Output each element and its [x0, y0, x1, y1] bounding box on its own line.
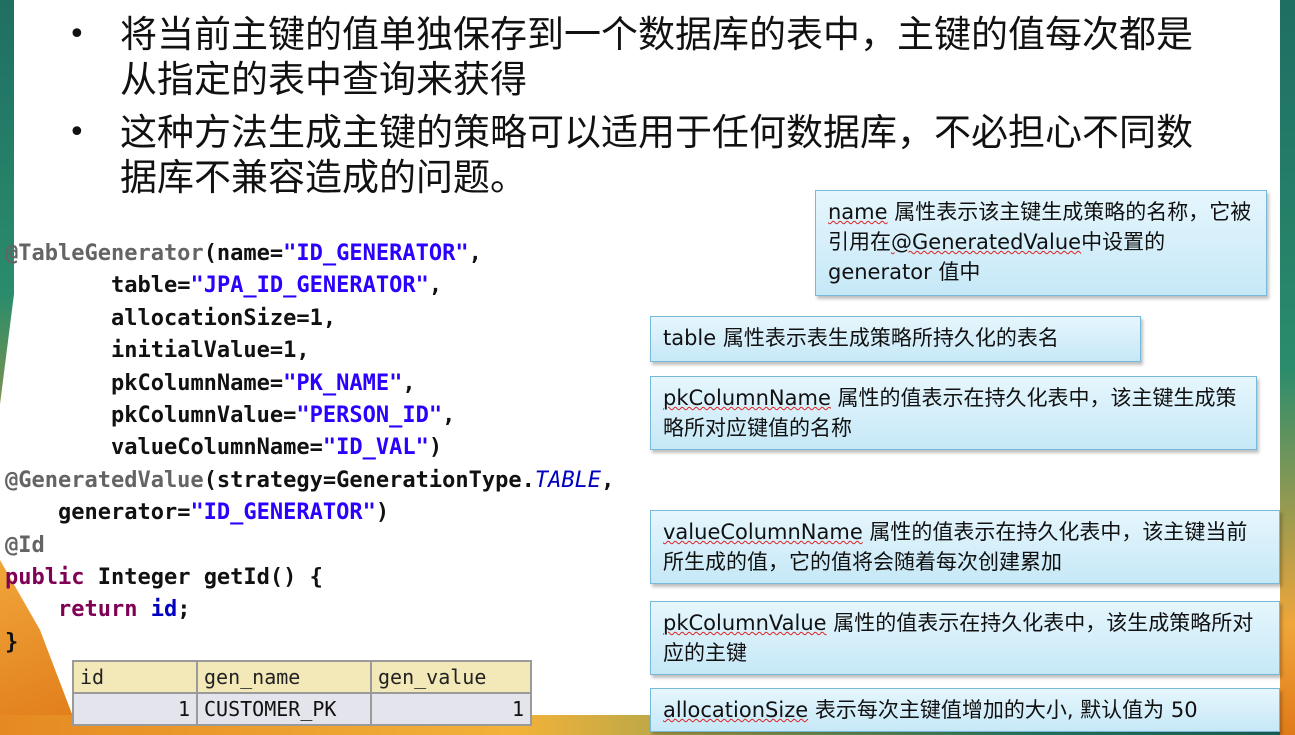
callout-text: 属性表示表生成策略所持久化的表名: [716, 326, 1059, 350]
callout-term: allocationSize: [663, 698, 809, 722]
callout-pk-column-name: pkColumnName 属性的值表示在持久化表中，该主键生成策略所对应键值的名…: [650, 376, 1257, 450]
bullet-item: • 将当前主键的值单独保存到一个数据库的表中，主键的值每次都是从指定的表中查询来…: [60, 12, 1220, 102]
code-string: "PK_NAME": [283, 370, 403, 396]
code-string: "ID_VAL": [322, 435, 429, 461]
code-text: (name=: [203, 241, 284, 266]
code-text: valueColumnName=: [110, 435, 323, 461]
code-text: pkColumnName=: [110, 370, 284, 396]
code-text: }: [5, 629, 19, 655]
code-text: allocationSize=1,: [110, 305, 337, 331]
bullet-text: 这种方法生成主键的策略可以适用于任何数据库，不必担心不同数据库不兼容造成的问题。: [120, 111, 1193, 199]
table-cell: 1: [72, 692, 198, 726]
code-text: ,: [468, 241, 482, 266]
table-header-row: id gen_name gen_value: [72, 660, 532, 694]
callout-term: table: [663, 326, 717, 350]
callout-name: name 属性表示该主键生成策略的名称，它被引用在@GeneratedValue…: [815, 190, 1267, 296]
code-text: ,: [442, 403, 456, 429]
callout-term: pkColumnName: [663, 386, 831, 410]
code-text: pkColumnValue=: [110, 403, 297, 429]
table-header-cell: id: [72, 660, 198, 694]
callout-allocation-size: allocationSize 表示每次主键值增加的大小, 默认值为 50: [650, 688, 1280, 732]
code-text: ,: [402, 370, 416, 396]
code-string: "ID_GENERATOR": [283, 241, 469, 266]
table-row: 1 CUSTOMER_PK 1: [72, 692, 532, 726]
code-text: ): [428, 435, 443, 461]
table-header-cell: gen_value: [370, 660, 532, 694]
callout-term: pkColumnValue: [663, 611, 827, 635]
table-header-cell: gen_name: [196, 660, 372, 694]
code-enum-constant: TABLE: [534, 467, 602, 493]
callout-table: table 属性表示表生成策略所持久化的表名: [650, 316, 1141, 362]
code-text: table=: [110, 273, 191, 299]
code-annotation: @GeneratedValue: [5, 467, 204, 493]
code-keyword: public: [5, 565, 85, 591]
code-string: "PERSON_ID": [296, 403, 443, 429]
code-string: "JPA_ID_GENERATOR": [190, 273, 429, 299]
code-text: ,: [601, 467, 615, 493]
callout-term: name: [828, 200, 888, 224]
table-cell: 1: [370, 692, 532, 726]
generator-table: id gen_name gen_value 1 CUSTOMER_PK 1: [72, 660, 532, 726]
bullet-text: 将当前主键的值单独保存到一个数据库的表中，主键的值每次都是从指定的表中查询来获得: [120, 13, 1193, 101]
callout-pk-column-value: pkColumnValue 属性的值表示在持久化表中，该生成策略所对应的主键: [650, 601, 1280, 675]
callout-value-column-name: valueColumnName 属性的值表示在持久化表中，该主键当前所生成的值，…: [650, 510, 1280, 584]
bullet-item: • 这种方法生成主键的策略可以适用于任何数据库，不必担心不同数据库不兼容造成的问…: [60, 110, 1220, 200]
bullet-marker: •: [68, 115, 86, 150]
code-text: (strategy=GenerationType.: [203, 467, 535, 493]
bullet-marker: •: [68, 17, 86, 52]
callout-term: valueColumnName: [663, 520, 863, 544]
code-text: generator=: [57, 500, 191, 526]
code-text: ): [375, 500, 390, 526]
code-text: Integer getId() {: [84, 565, 323, 591]
code-keyword: return: [57, 597, 138, 623]
code-text: initialValue=1,: [110, 338, 310, 364]
code-string: "ID_GENERATOR": [190, 500, 376, 526]
slide-edge-right: [1280, 0, 1295, 735]
code-annotation: @TableGenerator: [5, 241, 204, 266]
bullet-list: • 将当前主键的值单独保存到一个数据库的表中，主键的值每次都是从指定的表中查询来…: [60, 12, 1220, 208]
code-field: id: [150, 597, 178, 623]
table-cell: CUSTOMER_PK: [196, 692, 372, 726]
code-block: @TableGenerator(name="ID_GENERATOR", tab…: [5, 238, 614, 659]
code-text: ,: [428, 273, 443, 299]
code-text: ;: [177, 597, 191, 623]
code-annotation: @Id: [5, 532, 45, 558]
callout-term: @GeneratedValue: [891, 230, 1082, 254]
callout-text: 表示每次主键值增加的大小, 默认值为 50: [808, 698, 1198, 722]
